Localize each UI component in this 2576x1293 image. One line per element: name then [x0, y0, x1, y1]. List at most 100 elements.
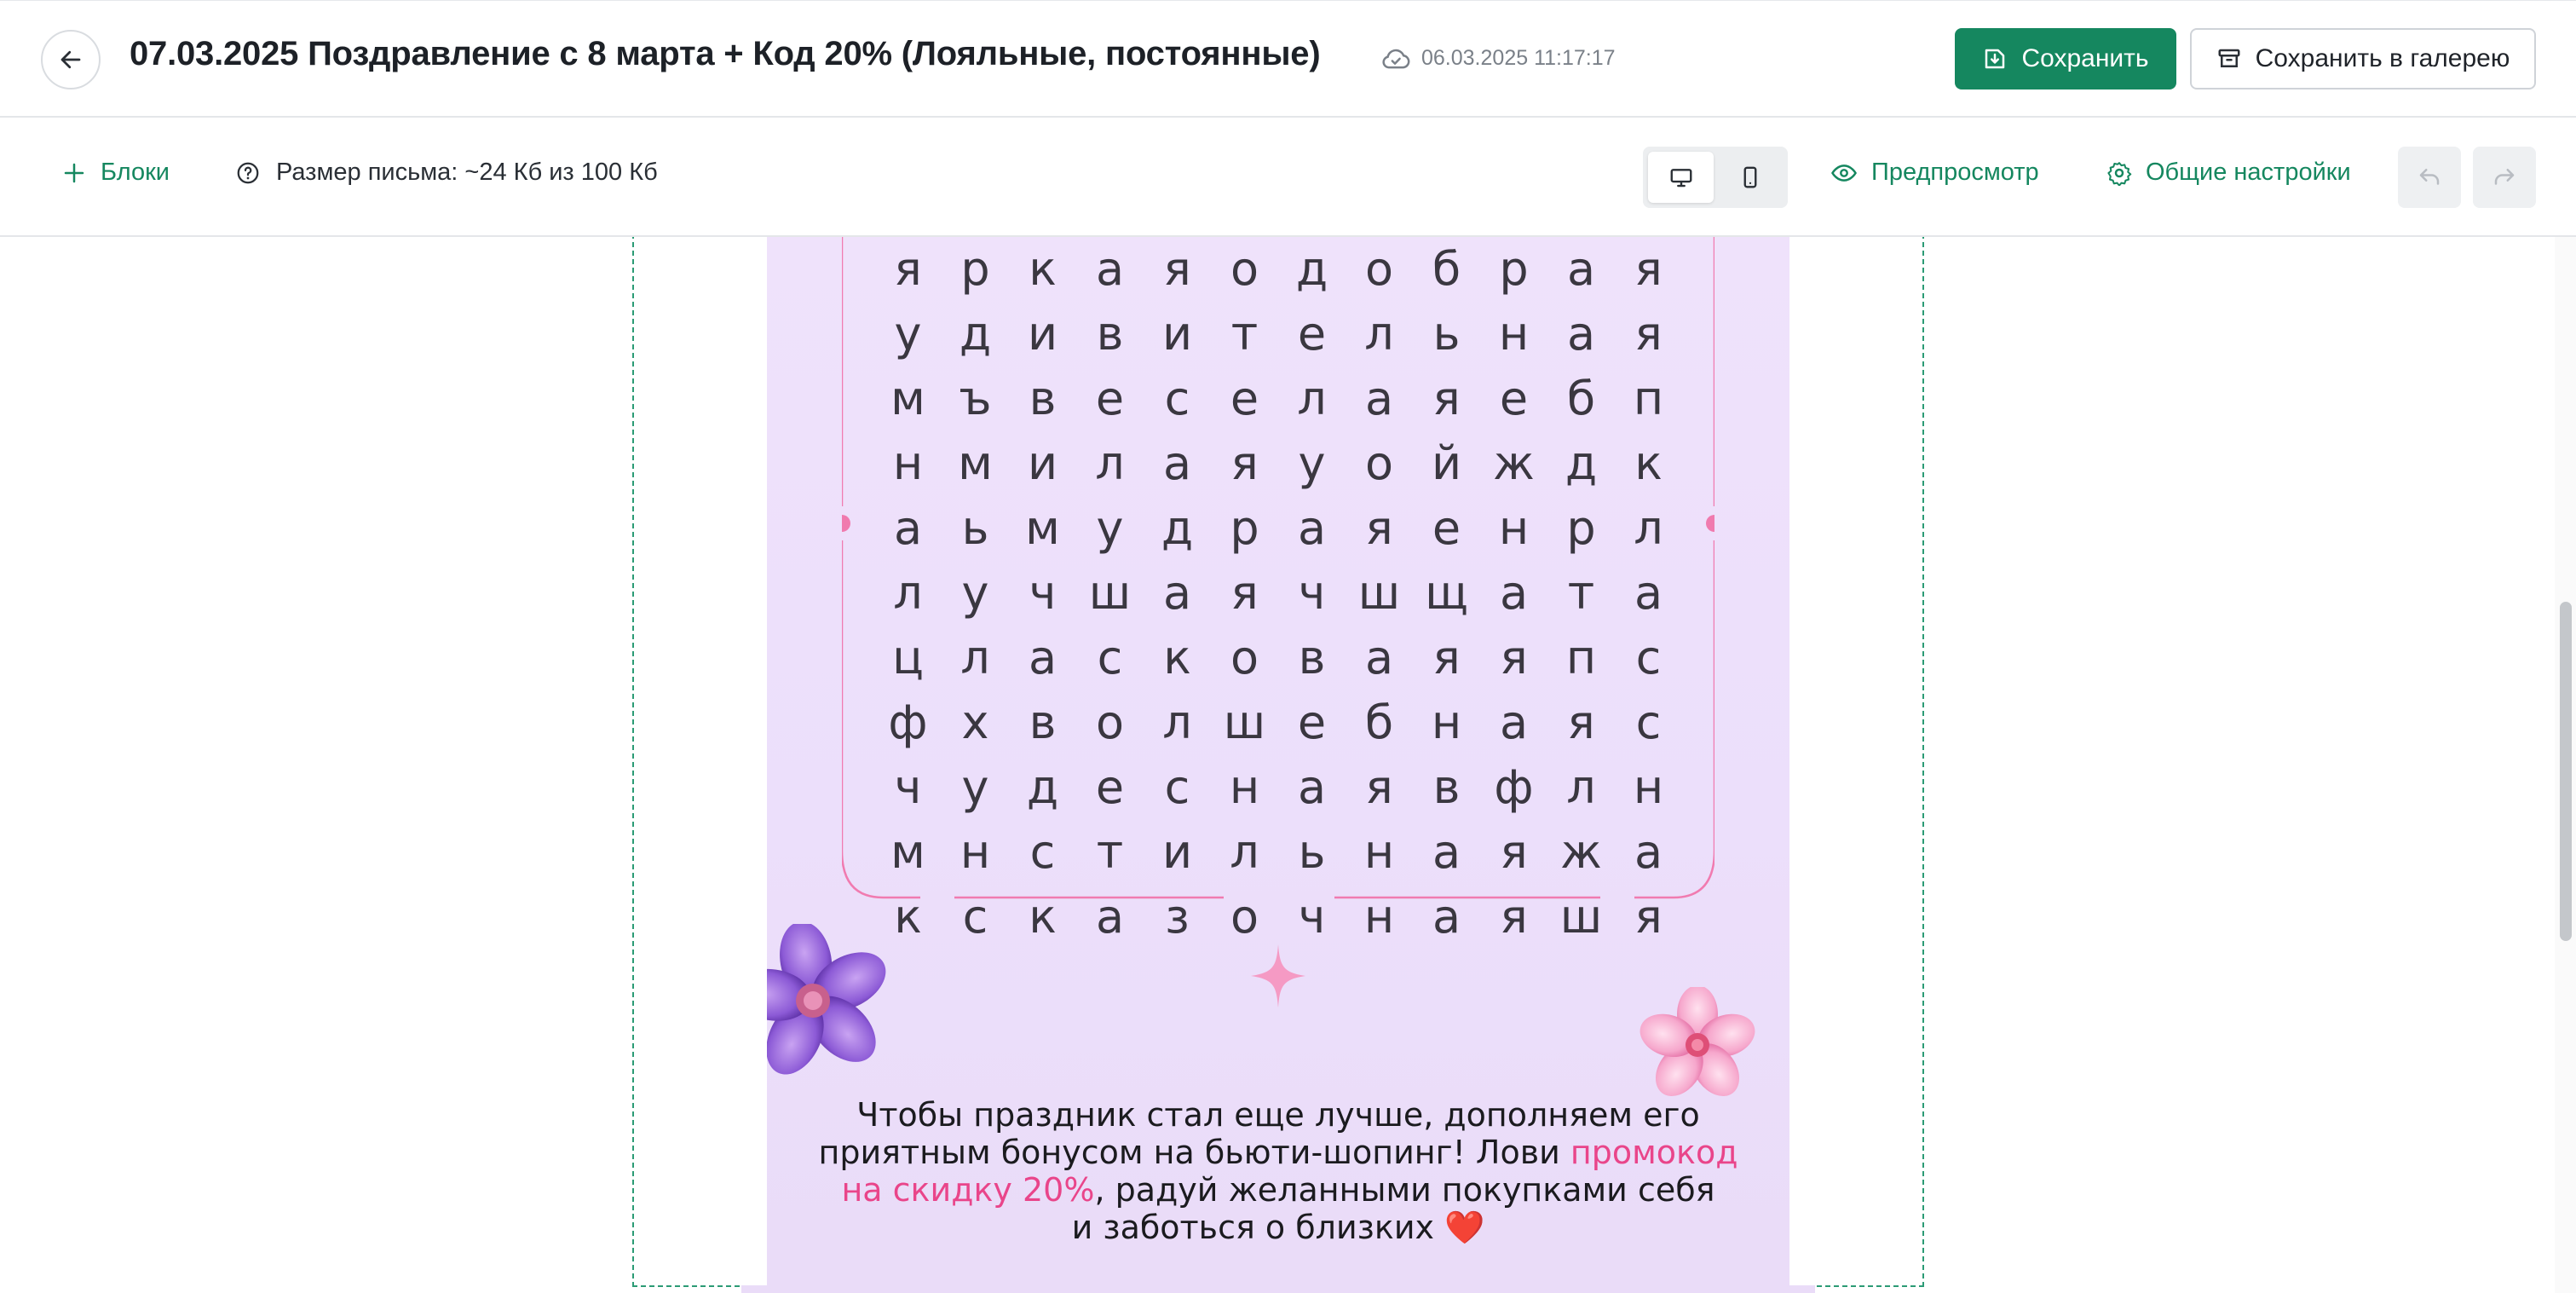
grid-letter: м: [890, 825, 925, 879]
grid-letter: я: [1634, 307, 1663, 361]
grid-letter: л: [1162, 696, 1192, 749]
undo-button[interactable]: [2398, 147, 2461, 208]
next-block-edge: [741, 1285, 1815, 1293]
message-line-3-text: , радуй желанными покупками себя: [1094, 1171, 1715, 1209]
email-size-info: Размер письма: ~24 Кб из 100 Кб: [235, 159, 658, 187]
grid-letter: я: [1500, 825, 1528, 879]
plus-icon: [64, 163, 84, 182]
grid-letter: я: [1365, 501, 1393, 555]
grid-letter: я: [1365, 760, 1393, 814]
grid-letter: н: [1633, 760, 1664, 814]
grid-letter: к: [1029, 890, 1057, 944]
message-line-4: и заботься о близких ❤️: [767, 1209, 1789, 1246]
grid-row: нмилаяуойждк: [874, 431, 1683, 496]
grid-row: аьмудраяенрл: [874, 496, 1683, 561]
grid-letter: я: [1230, 436, 1259, 490]
grid-letter: л: [1230, 825, 1259, 879]
grid-letter: е: [1095, 372, 1125, 425]
save-button-label: Сохранить: [2021, 44, 2149, 72]
grid-letter: о: [1364, 242, 1394, 296]
grid-letter: в: [1432, 760, 1461, 814]
grid-letter: р: [960, 242, 990, 296]
save-download-icon: [1985, 49, 2005, 69]
general-settings-button[interactable]: Общие настройки: [2106, 159, 2351, 187]
grid-letter: р: [1566, 501, 1596, 555]
grid-letter: а: [1028, 631, 1057, 684]
grid-letter: т: [1567, 566, 1595, 620]
message-line-2: приятным бонусом на бьюти-шопинг! Лови п…: [767, 1134, 1789, 1171]
back-button[interactable]: [41, 30, 101, 89]
sparkle-star-icon: [1251, 944, 1305, 1007]
grid-letter: н: [1431, 696, 1462, 749]
grid-letter: р: [1230, 501, 1259, 555]
grid-letter: а: [893, 501, 923, 555]
grid-letter: е: [1499, 372, 1529, 425]
grid-letter: а: [1364, 631, 1394, 684]
grid-letter: я: [1500, 890, 1528, 944]
grid-letter: п: [1565, 631, 1597, 684]
grid-letter: л: [1634, 501, 1663, 555]
grid-letter: л: [1297, 372, 1327, 425]
grid-letter: ш: [1088, 566, 1132, 620]
grid-letter: ц: [892, 631, 924, 684]
grid-letter: с: [1029, 825, 1056, 879]
grid-letter: с: [1635, 696, 1662, 749]
grid-letter: е: [1432, 501, 1461, 555]
grid-letter: ш: [1223, 696, 1266, 749]
save-to-gallery-label: Сохранить в галерею: [2255, 44, 2510, 72]
grid-letter: ч: [1298, 890, 1326, 944]
save-button[interactable]: Сохранить: [1955, 28, 2176, 89]
page-title: 07.03.2025 Поздравление с 8 марта + Код …: [130, 35, 1321, 72]
grid-letter: я: [1432, 372, 1461, 425]
grid-letter: е: [1230, 372, 1259, 425]
grid-letter: ч: [894, 760, 922, 814]
email-canvas[interactable]: яркаяодобраяудивительнаямъвеселаяебпнмил…: [0, 237, 2576, 1293]
redo-button[interactable]: [2473, 147, 2536, 208]
grid-row: ксказочнаяшя: [874, 885, 1683, 950]
grid-letter: н: [892, 436, 924, 490]
purple-flower-icon: [767, 924, 886, 1075]
grid-letter: л: [1095, 436, 1125, 490]
save-to-gallery-button[interactable]: Сохранить в галерею: [2190, 28, 2536, 89]
pink-flower-icon: [1640, 987, 1755, 1097]
grid-letter: в: [1298, 631, 1326, 684]
grid-letter: щ: [1425, 566, 1468, 620]
undo-icon: [2419, 169, 2440, 185]
grid-letter: и: [1027, 436, 1058, 490]
preview-button[interactable]: Предпросмотр: [1830, 159, 2039, 187]
message-line-3: на скидку 20%, радуй желанными покупками…: [767, 1171, 1789, 1209]
grid-letter: к: [1163, 631, 1191, 684]
grid-letter: с: [1097, 631, 1123, 684]
grid-letter: в: [1029, 696, 1057, 749]
grid-letter: с: [1164, 760, 1190, 814]
canvas-scrollbar-thumb[interactable]: [2560, 602, 2572, 941]
heart-icon: ❤️: [1444, 1209, 1485, 1246]
device-toggle: [1643, 147, 1788, 208]
grid-letter: а: [1432, 825, 1461, 879]
desktop-icon: [1670, 169, 1691, 188]
grid-letter: я: [1163, 242, 1191, 296]
grid-letter: л: [1364, 307, 1394, 361]
grid-letter: з: [1165, 890, 1190, 944]
message-line-1: Чтобы праздник стал еще лучше, дополняем…: [856, 1096, 1700, 1134]
grid-letter: р: [1499, 242, 1529, 296]
grid-letter: м: [958, 436, 993, 490]
grid-letter: у: [961, 566, 989, 620]
mobile-icon: [1743, 166, 1756, 188]
grid-letter: х: [961, 696, 989, 749]
grid-letter: а: [1634, 825, 1663, 879]
desktop-view-button[interactable]: [1648, 152, 1714, 203]
grid-letter: а: [1297, 760, 1327, 814]
grid-letter: ъ: [959, 372, 992, 425]
email-body[interactable]: яркаяодобраяудивительнаямъвеселаяебпнмил…: [767, 237, 1789, 1285]
promo-code-link-part2[interactable]: на скидку 20%: [841, 1171, 1094, 1209]
grid-letter: б: [1364, 696, 1394, 749]
grid-letter: я: [1634, 242, 1663, 296]
promo-code-link-part1[interactable]: промокод: [1570, 1134, 1738, 1171]
grid-letter: н: [1363, 890, 1395, 944]
blocks-button-label: Блоки: [101, 159, 170, 186]
blocks-button[interactable]: Блоки: [61, 159, 170, 187]
mobile-view-button[interactable]: [1717, 152, 1783, 203]
grid-letter: ч: [1029, 566, 1057, 620]
grid-letter: ф: [1494, 760, 1534, 814]
